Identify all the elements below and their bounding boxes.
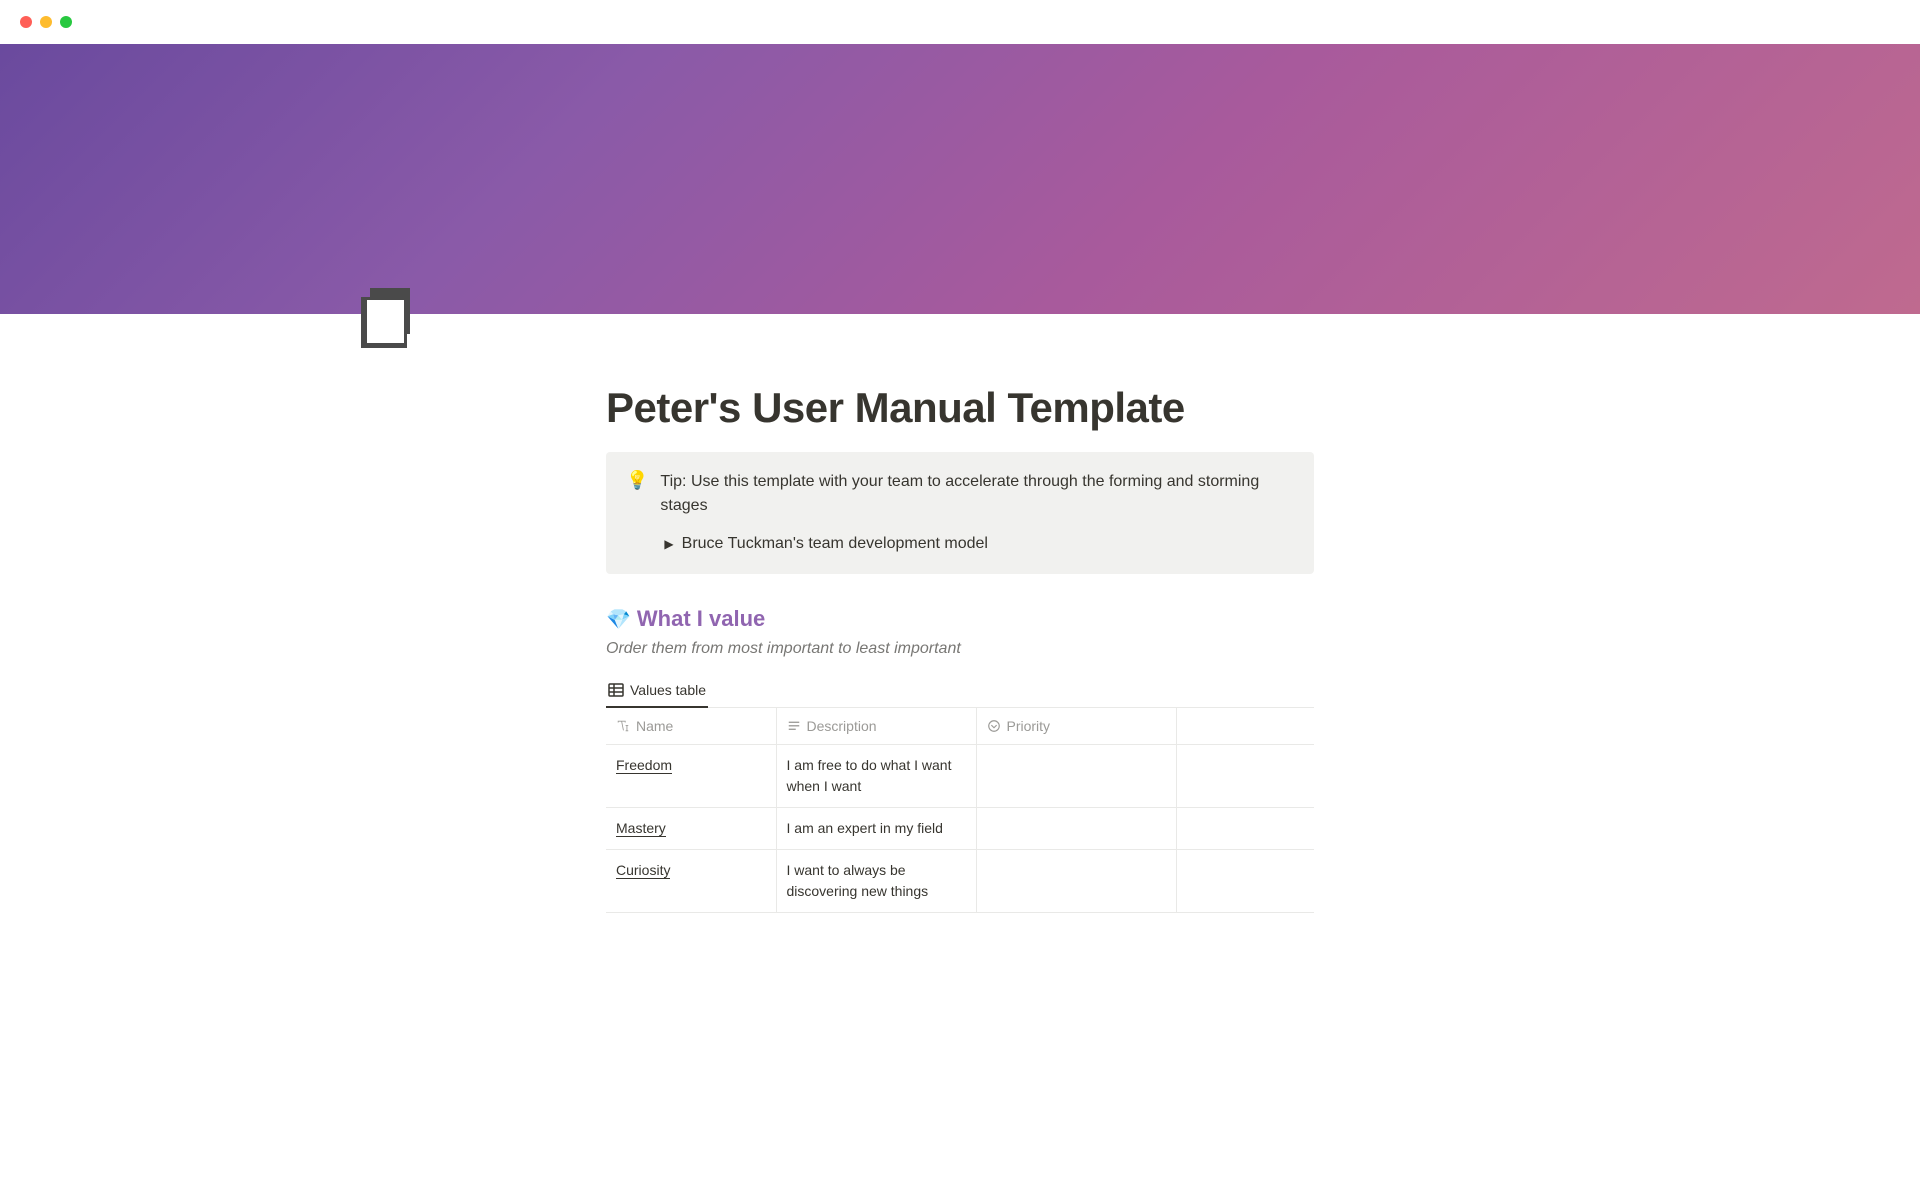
triangle-right-icon: ▶ <box>664 535 673 553</box>
cell-priority[interactable] <box>976 808 1176 850</box>
cell-name[interactable]: Curiosity <box>616 862 670 879</box>
section-heading[interactable]: 💎 What I value <box>606 606 1314 632</box>
column-description-label: Description <box>807 718 877 734</box>
select-property-icon <box>987 719 1001 733</box>
cell-name[interactable]: Freedom <box>616 757 672 774</box>
cell-priority[interactable] <box>976 850 1176 913</box>
cell-extra[interactable] <box>1176 850 1314 913</box>
values-table: Name Description <box>606 708 1314 913</box>
column-header-priority[interactable]: Priority <box>976 708 1176 745</box>
table-row[interactable]: Mastery I am an expert in my field <box>606 808 1314 850</box>
column-name-label: Name <box>636 718 673 734</box>
title-property-icon <box>616 719 630 733</box>
view-tab-label: Values table <box>630 682 706 698</box>
page-content: Peter's User Manual Template 💡 Tip: Use … <box>606 314 1314 913</box>
toggle-label: Bruce Tuckman's team development model <box>682 532 988 556</box>
column-header-add[interactable] <box>1176 708 1314 745</box>
section-heading-text: What I value <box>637 606 765 632</box>
callout-block[interactable]: 💡 Tip: Use this template with your team … <box>606 452 1314 574</box>
cell-name[interactable]: Mastery <box>616 820 666 837</box>
lightbulb-icon: 💡 <box>626 470 648 556</box>
section-subtitle[interactable]: Order them from most important to least … <box>606 640 1314 658</box>
toggle-block[interactable]: ▶ Bruce Tuckman's team development model <box>664 532 1294 556</box>
page-cover[interactable] <box>0 44 1920 314</box>
table-icon <box>608 682 624 698</box>
table-row[interactable]: Curiosity I want to always be discoverin… <box>606 850 1314 913</box>
cell-extra[interactable] <box>1176 808 1314 850</box>
column-header-description[interactable]: Description <box>776 708 976 745</box>
cell-description[interactable]: I am free to do what I want when I want <box>776 745 976 808</box>
window-close-button[interactable] <box>20 16 32 28</box>
window-minimize-button[interactable] <box>40 16 52 28</box>
table-header-row: Name Description <box>606 708 1314 745</box>
database-view-tabs: Values table <box>606 676 1314 708</box>
window-maximize-button[interactable] <box>60 16 72 28</box>
table-row[interactable]: Freedom I am free to do what I want when… <box>606 745 1314 808</box>
view-tab-table[interactable]: Values table <box>606 676 708 708</box>
callout-body: Tip: Use this template with your team to… <box>660 470 1294 556</box>
cell-description[interactable]: I am an expert in my field <box>776 808 976 850</box>
page-icon[interactable] <box>360 286 422 348</box>
window-controls <box>0 0 1920 44</box>
column-priority-label: Priority <box>1007 718 1051 734</box>
column-header-name[interactable]: Name <box>606 708 776 745</box>
page-title[interactable]: Peter's User Manual Template <box>606 384 1314 432</box>
cell-description[interactable]: I want to always be discovering new thin… <box>776 850 976 913</box>
gem-icon: 💎 <box>606 607 631 632</box>
cell-extra[interactable] <box>1176 745 1314 808</box>
cell-priority[interactable] <box>976 745 1176 808</box>
text-property-icon <box>787 719 801 733</box>
callout-text[interactable]: Tip: Use this template with your team to… <box>660 473 1259 514</box>
